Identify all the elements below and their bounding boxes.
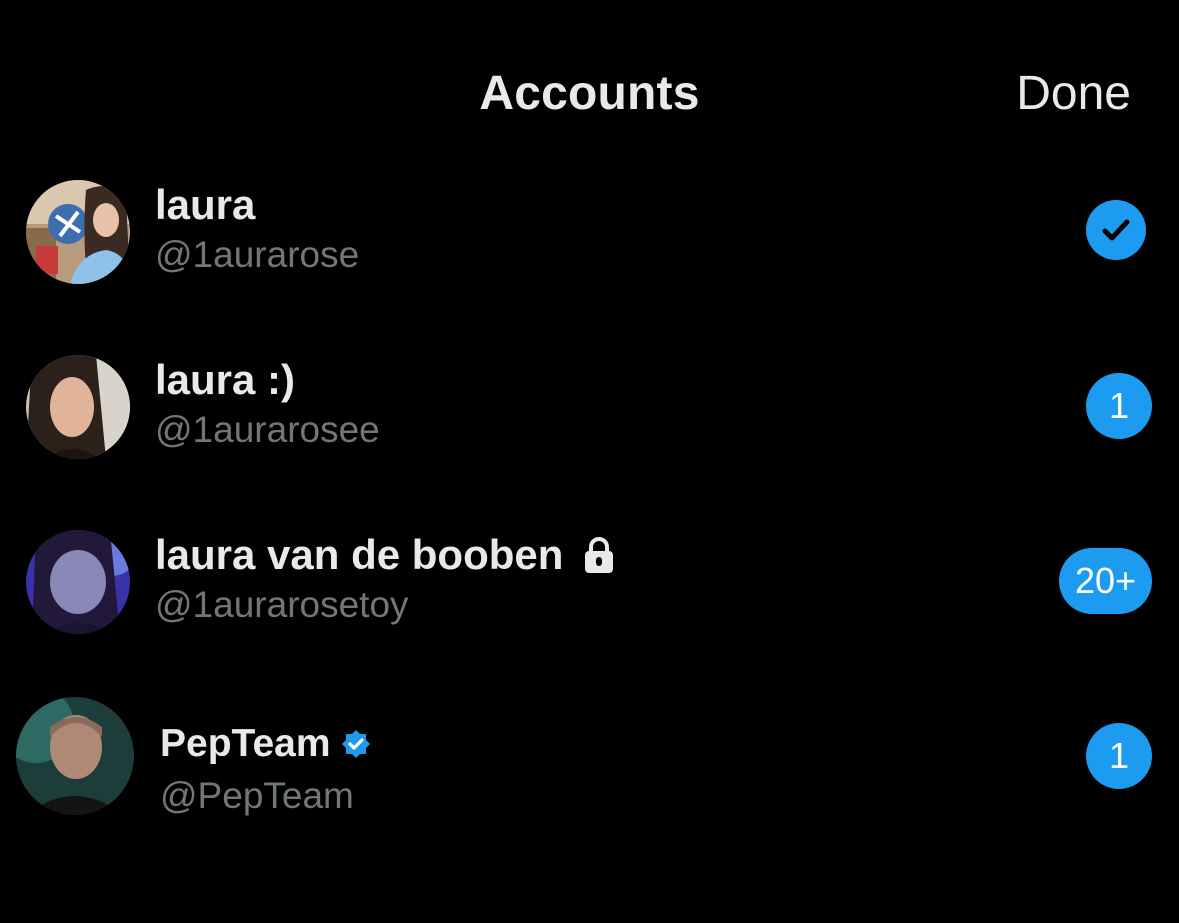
account-handle: @1aurarosee — [155, 409, 380, 450]
account-row-pepteam[interactable]: PepTeam @PepTeam 1 — [0, 687, 1179, 827]
page-title: Accounts — [479, 67, 700, 120]
avatar — [16, 697, 134, 815]
account-handle: @PepTeam — [160, 775, 354, 816]
notification-count-badge: 20+ — [1059, 548, 1152, 614]
verified-badge-icon — [341, 730, 370, 758]
notification-count-badge: 1 — [1086, 723, 1152, 789]
lock-icon — [585, 537, 614, 573]
account-display-name: laura van de booben — [155, 531, 564, 578]
account-handle: @1aurarosetoy — [155, 584, 409, 625]
account-row-laura[interactable]: laura @1aurarose — [0, 162, 1179, 302]
check-icon — [1102, 219, 1130, 241]
account-row-laura-smile[interactable]: laura :) @1aurarosee 1 — [0, 337, 1179, 477]
account-display-name: laura :) — [155, 356, 296, 403]
notification-count-badge: 1 — [1086, 373, 1152, 439]
avatar — [26, 355, 130, 459]
account-handle: @1aurarose — [155, 234, 360, 275]
avatar — [26, 180, 130, 284]
account-row-laura-van-de-booben[interactable]: laura van de booben @1aurarosetoy 20+ — [0, 512, 1179, 652]
avatar — [26, 530, 130, 634]
selected-check-badge — [1086, 200, 1146, 260]
account-display-name: laura — [155, 181, 256, 228]
done-button[interactable]: Done — [1016, 64, 1131, 124]
account-display-name: PepTeam — [160, 722, 331, 765]
